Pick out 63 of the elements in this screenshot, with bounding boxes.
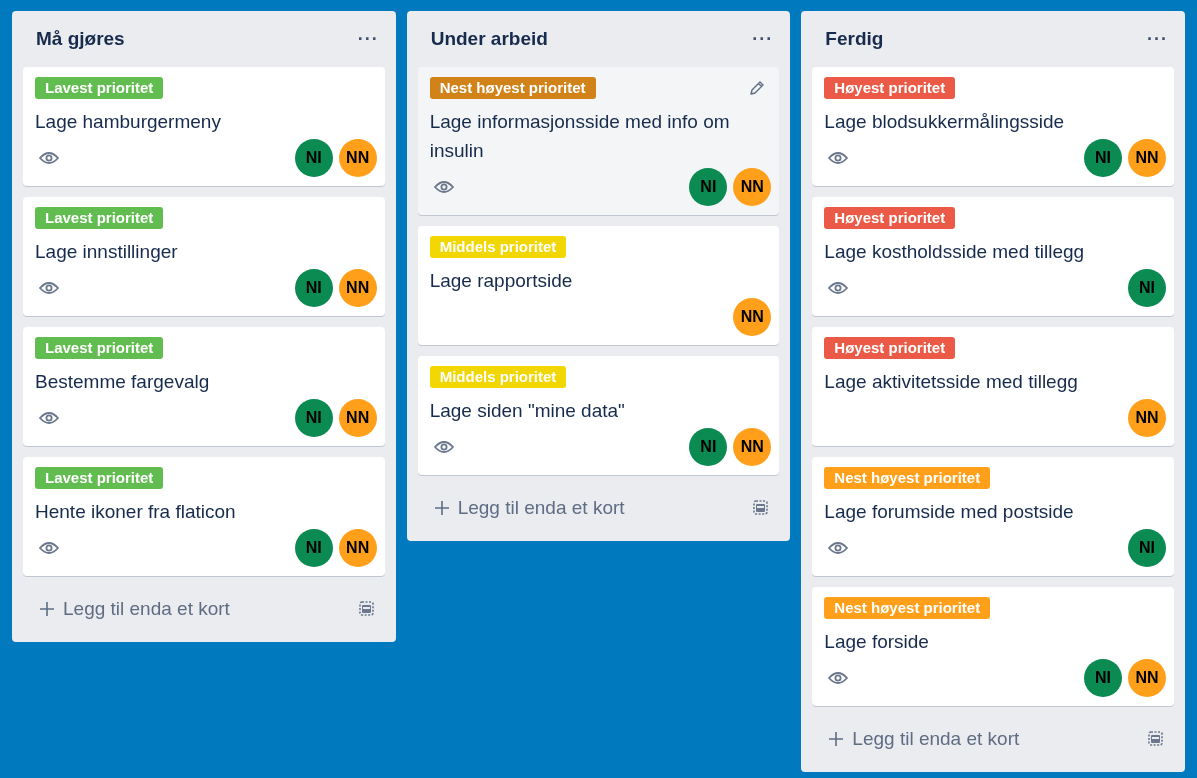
task-card[interactable]: Lavest prioritet Lage hamburgermeny NI NN (23, 67, 385, 186)
plus-icon (433, 500, 450, 516)
member-avatar[interactable]: NI (294, 139, 333, 177)
task-card[interactable]: Nest høyest prioritet Lage forside NI NN (812, 587, 1174, 706)
member-avatar[interactable]: NN (1128, 399, 1166, 437)
member-avatar[interactable]: NI (294, 269, 333, 307)
add-card-button[interactable]: Legg til enda et kort (433, 497, 625, 519)
member-avatar[interactable]: NN (733, 298, 772, 336)
card-title: Lage aktivitetsside med tillegg (824, 370, 1079, 394)
task-card[interactable]: Lavest prioritet Hente ikoner fra flaticon NI NN (23, 457, 385, 576)
list-title[interactable]: Må gjøres (36, 28, 125, 50)
template-icon[interactable] (356, 601, 375, 617)
member-avatar[interactable]: NI (1084, 139, 1122, 177)
list-menu-button[interactable]: ··· (351, 28, 385, 50)
card-title: Lage siden "mine data" (429, 399, 626, 423)
member-avatar[interactable]: NI (1084, 659, 1122, 697)
list-menu-button[interactable]: ··· (746, 28, 780, 50)
member-avatar[interactable]: NI (689, 168, 728, 206)
task-card[interactable]: Nest høyest prioritet Lage informasjonsside med info om insulin NI NN (417, 67, 780, 215)
add-card-button[interactable]: Legg til enda et kort (39, 598, 230, 620)
task-card[interactable]: Lavest prioritet Bestemme fargevalg NI NN (23, 327, 385, 446)
member-avatar[interactable]: NN (338, 399, 377, 437)
card-title: Lage rapportside (429, 269, 574, 293)
member-avatar[interactable]: NN (338, 139, 377, 177)
task-card[interactable]: Høyest prioritet Lage kostholdsside med tillegg NI (812, 197, 1174, 316)
task-card[interactable]: Høyest prioritet Lage blodsukkermålingsside NI NN (812, 67, 1174, 186)
card-title: Hente ikoner fra flaticon (35, 500, 237, 524)
task-card[interactable]: Høyest prioritet Lage aktivitetsside med tillegg NN (812, 327, 1174, 446)
priority-label[interactable]: Høyest prioritet (824, 207, 956, 229)
template-icon[interactable] (1146, 731, 1164, 747)
priority-label[interactable]: Høyest prioritet (824, 77, 956, 99)
card-title: Lage forumside med postside (824, 500, 1075, 524)
card-title: Lage informasjonsside med info om insulin (429, 110, 731, 163)
member-avatar[interactable]: NI (1128, 269, 1166, 307)
add-card-button[interactable]: Legg til enda et kort (828, 728, 1020, 750)
card-title: Bestemme fargevalg (35, 370, 211, 394)
list-title[interactable]: Under arbeid (430, 28, 548, 50)
list-title[interactable]: Ferdig (825, 28, 884, 50)
card-title: Lage forside (824, 630, 930, 654)
plus-icon (828, 731, 845, 747)
member-avatar[interactable]: NN (1128, 139, 1166, 177)
card-title: Lage blodsukkermålingsside (824, 110, 1066, 134)
priority-label[interactable]: Høyest prioritet (824, 337, 956, 359)
edit-icon[interactable] (749, 80, 766, 96)
card-title: Lage innstillinger (35, 240, 179, 264)
task-card[interactable]: Nest høyest prioritet Lage forumside med postside NI (812, 457, 1174, 576)
member-avatar[interactable]: NN (1128, 659, 1166, 697)
member-avatar[interactable]: NI (1128, 529, 1166, 567)
task-card[interactable]: Middels prioritet Lage rapportside NN (417, 226, 780, 345)
member-avatar[interactable]: NN (338, 529, 377, 567)
member-avatar[interactable]: NI (294, 399, 333, 437)
list-menu-button[interactable]: ··· (1141, 28, 1174, 50)
task-card[interactable]: Lavest prioritet Lage innstillinger NI NN (23, 197, 385, 316)
card-title: Lage hamburgermeny (35, 110, 222, 134)
member-avatar[interactable]: NN (338, 269, 377, 307)
plus-icon (39, 601, 55, 617)
member-avatar[interactable]: NI (689, 428, 728, 466)
member-avatar[interactable]: NN (733, 168, 772, 206)
member-avatar[interactable]: NI (294, 529, 333, 567)
task-card[interactable]: Middels prioritet Lage siden "mine data" NI NN (417, 356, 780, 475)
template-icon[interactable] (751, 500, 770, 516)
member-avatar[interactable]: NN (733, 428, 772, 466)
card-title: Lage kostholdsside med tillegg (824, 240, 1086, 264)
